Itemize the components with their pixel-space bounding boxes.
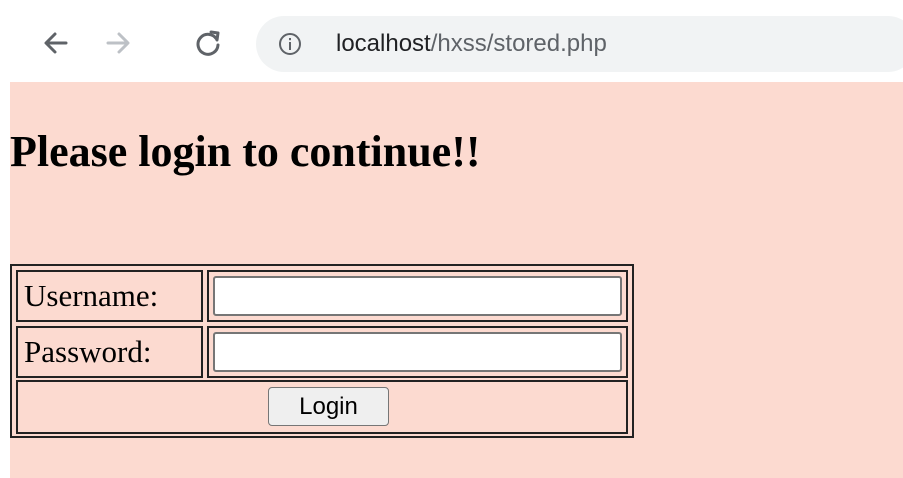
username-label: Username: [24,278,159,313]
back-button[interactable] [36,23,76,63]
reload-button[interactable] [188,23,228,63]
username-input[interactable] [213,276,622,316]
login-button-cell: Login [16,380,628,434]
info-icon[interactable] [278,32,302,56]
forward-button[interactable] [98,23,138,63]
page-content: Please login to continue!! Username: Pas… [10,82,903,478]
url-host: localhost [336,30,431,57]
login-button[interactable]: Login [268,387,389,426]
username-input-cell [207,270,628,322]
password-input[interactable] [213,332,622,372]
browser-toolbar: localhost/hxss/stored.php [0,0,903,78]
page-heading: Please login to continue!! [10,127,481,176]
arrow-right-icon [106,32,130,54]
reload-icon [196,30,220,56]
url-text[interactable]: localhost/hxss/stored.php [336,30,607,58]
password-input-cell [207,326,628,378]
password-label-cell: Password: [16,326,203,378]
username-label-cell: Username: [16,270,203,322]
arrow-left-icon [44,32,68,54]
login-form-table: Username: Password: Login [10,264,634,438]
address-bar[interactable]: localhost/hxss/stored.php [256,16,903,72]
url-path: /hxss/stored.php [430,30,607,57]
password-label: Password: [24,334,152,369]
